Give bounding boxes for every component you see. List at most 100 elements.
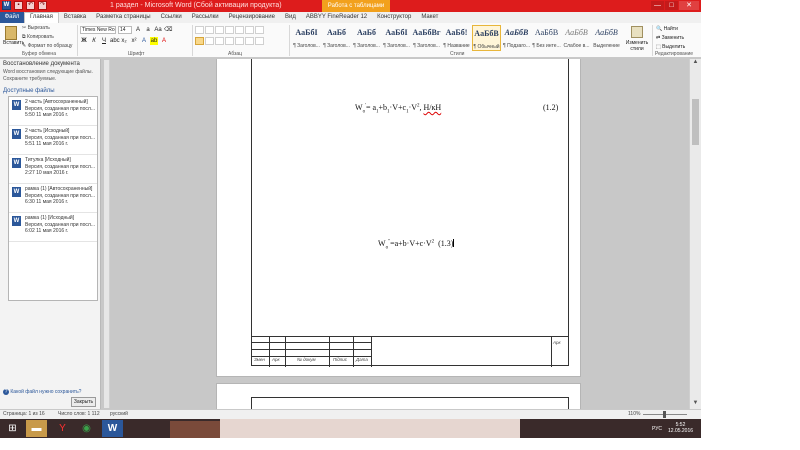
style-heading-5[interactable]: AaБбВг ¶ Заголов... [412,25,441,51]
numbering-button[interactable] [205,26,214,34]
cut-button[interactable]: ✂ Вырезать [22,24,72,33]
language-indicator[interactable]: русский [110,410,128,419]
tab-design[interactable]: Конструктор [372,12,416,23]
style-heading-4[interactable]: AaБбI ¶ Заголов... [382,25,411,51]
paragraph-row-2 [195,37,264,45]
scroll-down-arrow-icon[interactable]: ▼ [690,400,701,409]
word-taskbar-icon[interactable]: W [102,420,123,437]
help-link[interactable]: ? Какой файл нужно сохранить? [3,389,81,395]
style-heading-3[interactable]: AaБб ¶ Заголов... [352,25,381,51]
vertical-scrollbar[interactable]: ▲ ▼ [689,59,701,409]
style-sample: AaБб [326,28,347,37]
minimize-button[interactable]: — [651,1,664,10]
copy-button[interactable]: ⧉ Копировать [22,33,72,42]
borders-button[interactable] [255,37,264,45]
change-case-button[interactable]: Aa [154,26,162,34]
tab-file[interactable]: Файл [0,12,24,23]
scroll-thumb[interactable] [692,99,699,145]
stamp-cell-change: Змен [254,357,265,362]
text-effects-button[interactable]: A [140,37,148,45]
clock[interactable]: 5:52 12.05.2016 [668,422,693,434]
stamp-line [551,337,552,367]
formula-2: Wo"=a+b·V+c·V2 (1.3) [378,239,455,251]
save-icon[interactable]: ▪ [14,1,23,10]
style-title[interactable]: AaБб! ¶ Название [442,25,471,51]
style-normal[interactable]: AaБбВ ¶ Обычный [472,25,501,51]
font-row-1: Times New Ro 14 A a Aa ⌫ [80,26,172,34]
page-indicator[interactable]: Страница: 1 из 16 [3,410,45,419]
close-pane-button[interactable]: Закрыть [71,397,96,407]
highlight-button[interactable]: ab [150,37,158,45]
file-explorer-icon[interactable]: ▬ [26,420,47,437]
tab-view[interactable]: Вид [280,12,301,23]
tab-layout[interactable]: Макет [416,12,443,23]
tab-review[interactable]: Рецензирование [224,12,280,23]
align-left-button[interactable] [195,37,204,45]
strikethrough-button[interactable]: abc [110,37,120,45]
undo-icon[interactable]: ↶ [26,1,35,10]
tab-mailings[interactable]: Рассылки [187,12,224,23]
paste-button[interactable]: Вставить [3,26,24,46]
word-count[interactable]: Число слов: 1 112 [58,410,100,419]
recovered-file-item[interactable]: W рамка (1) [Исходный] Версия, созданная… [9,213,97,242]
style-heading-1[interactable]: AaБбI ¶ Заголов... [292,25,321,51]
subscript-button[interactable]: x₂ [120,37,128,45]
decrease-indent-button[interactable] [225,26,234,34]
shading-button[interactable] [245,37,254,45]
shrink-font-button[interactable]: a [144,26,152,34]
font-color-button[interactable]: A [160,37,168,45]
replace-button[interactable]: ⇄ Заменить [656,34,685,43]
tab-page-layout[interactable]: Разметка страницы [91,12,155,23]
maximize-button[interactable]: □ [665,1,678,10]
keyboard-language[interactable]: РУС [652,426,662,432]
style-subtle-emphasis[interactable]: AaБбВ Слабое в... [562,25,591,51]
change-styles-button[interactable]: Изменить стили [624,26,650,52]
bullets-button[interactable] [195,26,204,34]
zoom-level[interactable]: 110% [628,410,640,419]
bold-button[interactable]: Ж [80,37,88,45]
recovered-file-item[interactable]: W 2 часть [Исходный] Версия, созданная п… [9,126,97,155]
tab-references[interactable]: Ссылки [156,12,187,23]
clear-format-icon[interactable]: ⌫ [164,26,172,34]
chrome-icon[interactable]: ◉ [76,420,97,437]
zoom-slider-knob[interactable] [663,411,666,418]
windows-start-icon[interactable]: ⊞ [2,420,23,437]
zoom-slider[interactable] [643,411,687,418]
style-subtitle[interactable]: AaБбВ ¶ Подзаго... [502,25,531,51]
recovered-file-item[interactable]: W Титулка [Исходный] Версия, созданная п… [9,155,97,184]
multilevel-list-button[interactable] [215,26,224,34]
yandex-browser-icon[interactable]: Y [52,420,73,437]
align-center-button[interactable] [205,37,214,45]
increase-indent-button[interactable] [235,26,244,34]
show-marks-button[interactable] [255,26,264,34]
justify-button[interactable] [225,37,234,45]
font-size-select[interactable]: 14 [118,26,132,34]
redo-icon[interactable]: ↷ [38,1,47,10]
superscript-button[interactable]: x² [130,37,138,45]
tab-insert[interactable]: Вставка [59,12,91,23]
paragraph-group-label: Абзац [228,51,243,57]
underline-button[interactable]: Ч [100,37,108,45]
style-emphasis[interactable]: AaБбВ Выделение [592,25,621,51]
grow-font-button[interactable]: A [134,26,142,34]
font-name-select[interactable]: Times New Ro [80,26,116,34]
word-doc-icon: W [12,216,21,226]
close-window-button[interactable]: ✕ [679,1,699,10]
style-heading-2[interactable]: AaБб ¶ Заголов... [322,25,351,51]
tab-home[interactable]: Главная [24,12,59,23]
find-label: Найти [663,26,678,32]
word-logo-icon[interactable]: W [2,1,11,10]
style-no-spacing[interactable]: AaБбВ ¶ Без инте... [532,25,561,51]
italic-button[interactable]: К [90,37,98,45]
line-spacing-button[interactable] [235,37,244,45]
recovered-file-item[interactable]: W 2 часть [Автосохраненный] Версия, созд… [9,97,97,126]
format-painter-button[interactable]: ✎ Формат по образцу [22,42,72,51]
recovered-file-item[interactable]: W рамка (1) [Автосохраненный] Версия, со… [9,184,97,213]
scroll-up-arrow-icon[interactable]: ▲ [690,59,701,68]
document-page[interactable]: Wo'= a1+b1·V+c1·V2, Н/кН (1.2) Wo"=a+b·V… [216,59,581,377]
copy-label: Копировать [26,34,54,40]
find-button[interactable]: 🔍 Найти [656,25,685,34]
tab-abbyy[interactable]: ABBYY FineReader 12 [301,12,372,23]
sort-button[interactable] [245,26,254,34]
align-right-button[interactable] [215,37,224,45]
